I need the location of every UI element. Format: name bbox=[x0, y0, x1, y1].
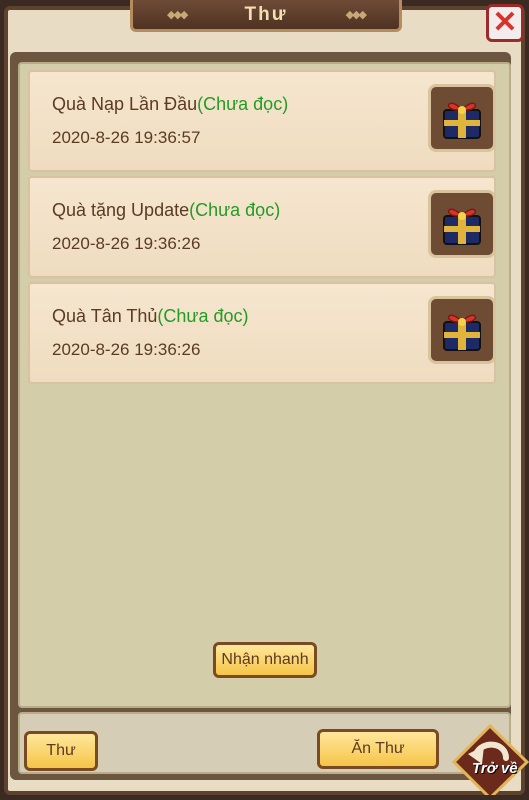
title-ornament-right-icon: ◆◆◆ bbox=[345, 9, 367, 21]
mail-title: Quà Nạp Lần Đầu bbox=[52, 94, 198, 114]
mail-item[interactable]: Quà Tân Thủ(Chưa đọc) 2020-8-26 19:36:26 bbox=[28, 282, 496, 384]
mail-date: 2020-8-26 19:36:57 bbox=[52, 128, 201, 147]
hide-mail-button[interactable]: Ăn Thư bbox=[317, 729, 439, 769]
mail-list-panel: Quà Nạp Lần Đầu(Chưa đọc) 2020-8-26 19:3… bbox=[18, 62, 511, 708]
mail-item[interactable]: Quà Nạp Lần Đầu(Chưa đọc) 2020-8-26 19:3… bbox=[28, 70, 496, 172]
back-button[interactable]: Trở về bbox=[451, 723, 529, 800]
mail-title-line: Quà tặng Update(Chưa đọc) bbox=[52, 200, 280, 221]
back-label: Trở về bbox=[472, 760, 518, 777]
mail-item[interactable]: Quà tặng Update(Chưa đọc) 2020-8-26 19:3… bbox=[28, 176, 496, 278]
gift-box-icon[interactable] bbox=[428, 190, 496, 258]
gift-box-icon[interactable] bbox=[428, 84, 496, 152]
close-button[interactable]: ✕ bbox=[486, 4, 524, 42]
mail-title: Quà tặng Update bbox=[52, 200, 190, 220]
mail-date: 2020-8-26 19:36:26 bbox=[52, 234, 201, 253]
mail-status: (Chưa đọc) bbox=[197, 94, 289, 114]
mail-title-line: Quà Tân Thủ(Chưa đọc) bbox=[52, 306, 249, 327]
quick-claim-button[interactable]: Nhận nhanh bbox=[213, 642, 317, 678]
mail-title: Quà Tân Thủ bbox=[52, 306, 158, 326]
window-title: Thư bbox=[244, 3, 288, 25]
gift-box-icon[interactable] bbox=[428, 296, 496, 364]
mail-title-line: Quà Nạp Lần Đầu(Chưa đọc) bbox=[52, 94, 288, 115]
mail-tab-button[interactable]: Thư bbox=[24, 731, 98, 771]
close-icon: ✕ bbox=[492, 6, 518, 39]
title-plate: ◆◆◆ Thư ◆◆◆ bbox=[130, 0, 402, 32]
mail-status: (Chưa đọc) bbox=[157, 306, 249, 326]
mail-date: 2020-8-26 19:36:26 bbox=[52, 340, 201, 359]
mail-status: (Chưa đọc) bbox=[189, 200, 281, 220]
title-ornament-left-icon: ◆◆◆ bbox=[167, 9, 188, 21]
